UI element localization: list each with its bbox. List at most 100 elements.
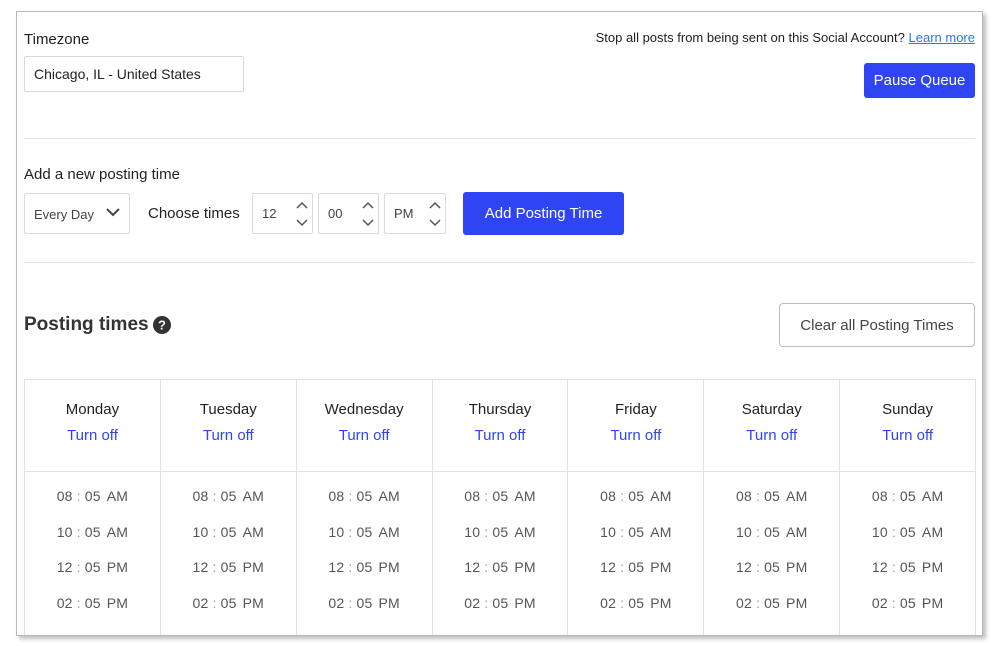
add-posting-time-button[interactable]: Add Posting Time	[463, 192, 624, 235]
time-hour: 02	[600, 594, 617, 611]
time-slot[interactable]: 02:05 PM	[840, 595, 975, 631]
time-hour: 10	[735, 523, 752, 540]
time-colon: :	[76, 594, 81, 611]
time-hour: 08	[735, 488, 752, 504]
decrement-icon[interactable]	[361, 214, 375, 232]
learn-more-link[interactable]: Learn more	[909, 30, 975, 45]
time-colon: :	[484, 488, 489, 504]
time-minute: 05	[84, 559, 101, 575]
increment-icon[interactable]	[295, 196, 309, 214]
time-hour: 08	[328, 488, 345, 504]
time-hour: 10	[600, 523, 617, 540]
time-slot[interactable]: 10:05 AM	[568, 524, 703, 560]
pause-queue-button[interactable]: Pause Queue	[864, 63, 975, 98]
question-circle-icon[interactable]: ?	[153, 316, 171, 334]
time-slot[interactable]: 08:05 AM	[704, 488, 839, 524]
day-select[interactable]: Every Day	[24, 193, 130, 234]
turn-off-link[interactable]: Turn off	[704, 427, 839, 444]
time-hour: 12	[192, 559, 209, 575]
hour-stepper[interactable]: 12	[252, 193, 313, 234]
time-slot[interactable]: 12:05 PM	[297, 559, 432, 595]
time-slot[interactable]: 08:05 AM	[297, 488, 432, 524]
time-colon: :	[348, 559, 353, 575]
time-hour: 12	[464, 559, 481, 575]
timezone-field[interactable]: Chicago, IL - United States	[24, 56, 244, 92]
time-slot[interactable]: 10:05 AM	[704, 524, 839, 560]
time-slot[interactable]: 10:05 AM	[433, 524, 568, 560]
increment-icon[interactable]	[428, 196, 442, 214]
time-ampm: AM	[786, 523, 808, 540]
time-colon: :	[620, 559, 625, 575]
time-ampm: AM	[378, 523, 400, 540]
time-slot[interactable]: 08:05 AM	[568, 488, 703, 524]
time-slot[interactable]: 12:05 PM	[704, 559, 839, 595]
time-minute: 05	[492, 488, 509, 504]
time-slot[interactable]: 10:05 AM	[840, 524, 975, 560]
time-minute: 05	[356, 559, 373, 575]
time-slot[interactable]: 02:05 PM	[297, 595, 432, 631]
time-slot[interactable]: 10:05 AM	[161, 524, 296, 560]
day-name: Tuesday	[199, 401, 257, 418]
time-colon: :	[348, 523, 353, 540]
time-ampm: PM	[650, 594, 672, 611]
decrement-icon[interactable]	[295, 214, 309, 232]
time-slot[interactable]: 02:05 PM	[433, 595, 568, 631]
time-minute: 05	[492, 559, 509, 575]
time-slot[interactable]: 12:05 PM	[161, 559, 296, 595]
day-header: Saturday Turn off	[704, 380, 840, 472]
time-minute: 05	[899, 594, 916, 611]
time-colon: :	[755, 523, 761, 540]
time-slot[interactable]: 08:05 AM	[840, 488, 975, 524]
time-slot[interactable]: 10:05 AM	[25, 524, 160, 560]
minute-stepper[interactable]: 00	[318, 193, 379, 234]
time-hour: 08	[56, 488, 73, 504]
time-hour: 10	[192, 523, 209, 540]
time-minute: 05	[899, 523, 916, 540]
time-minute: 05	[356, 594, 373, 611]
turn-off-link[interactable]: Turn off	[161, 427, 296, 444]
time-minute: 05	[492, 523, 509, 540]
time-slot[interactable]: 02:05 PM	[25, 595, 160, 631]
turn-off-link[interactable]: Turn off	[297, 427, 432, 444]
time-minute: 05	[220, 488, 237, 504]
turn-off-link[interactable]: Turn off	[433, 427, 568, 444]
day-name: Wednesday	[324, 401, 404, 418]
time-slot[interactable]: 12:05 PM	[840, 559, 975, 595]
time-slot[interactable]: 08:05 AM	[25, 488, 160, 524]
day-name: Sunday	[882, 401, 934, 418]
time-minute: 05	[220, 559, 237, 575]
time-slot[interactable]: 12:05 PM	[25, 559, 160, 595]
day-header: Thursday Turn off	[432, 380, 568, 472]
time-slot[interactable]: 10:05 AM	[297, 524, 432, 560]
time-ampm: AM	[786, 488, 808, 504]
time-minute: 05	[220, 523, 237, 540]
turn-off-link[interactable]: Turn off	[25, 427, 160, 444]
time-hour: 10	[56, 523, 73, 540]
time-colon: :	[212, 523, 217, 540]
time-slot[interactable]: 02:05 PM	[161, 595, 296, 631]
time-colon: :	[484, 559, 489, 575]
time-slot[interactable]: 08:05 AM	[433, 488, 568, 524]
time-slot[interactable]: 08:05 AM	[161, 488, 296, 524]
time-colon: :	[620, 488, 625, 504]
increment-icon[interactable]	[361, 196, 375, 214]
time-slot[interactable]: 02:05 PM	[704, 595, 839, 631]
time-ampm: PM	[242, 559, 265, 575]
time-minute: 05	[628, 559, 645, 575]
turn-off-link[interactable]: Turn off	[840, 427, 975, 444]
decrement-icon[interactable]	[428, 214, 442, 232]
time-ampm: AM	[106, 488, 129, 504]
ampm-stepper[interactable]: PM	[384, 193, 446, 234]
time-colon: :	[484, 594, 489, 611]
clear-all-posting-times-button[interactable]: Clear all Posting Times	[779, 303, 975, 347]
turn-off-link[interactable]: Turn off	[568, 427, 703, 444]
time-slot[interactable]: 12:05 PM	[433, 559, 568, 595]
time-slot[interactable]: 12:05 PM	[568, 559, 703, 595]
time-hour: 12	[871, 559, 888, 575]
time-hour: 12	[735, 559, 752, 575]
time-ampm: PM	[786, 594, 808, 611]
time-slot[interactable]: 02:05 PM	[568, 595, 703, 631]
time-hour: 12	[600, 559, 617, 575]
time-ampm: PM	[921, 559, 944, 575]
divider	[24, 138, 975, 139]
